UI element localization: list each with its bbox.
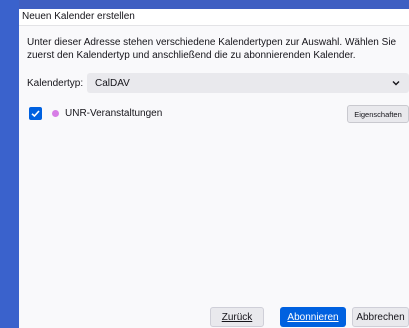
calendar-color-dot: [52, 110, 59, 117]
new-calendar-dialog: Neuen Kalender erstellen Unter dieser Ad…: [19, 9, 409, 328]
back-button[interactable]: Zurück: [210, 307, 264, 327]
subscribe-button[interactable]: Abonnieren: [280, 307, 346, 327]
calendar-name: UNR-Veranstaltungen: [65, 108, 163, 119]
back-button-label: Zurück: [221, 311, 253, 323]
dialog-titlebar: Neuen Kalender erstellen: [19, 9, 409, 26]
calendar-type-select[interactable]: CalDAV: [87, 73, 409, 93]
properties-button[interactable]: Eigenschaften: [347, 105, 409, 123]
desktop-background: [0, 0, 19, 328]
checkmark-icon: [31, 110, 40, 118]
calendar-checkbox[interactable]: [29, 107, 42, 120]
subscribe-button-label: Abonnieren: [287, 311, 339, 323]
calendar-list: UNR-Veranstaltungen Eigenschaften: [19, 97, 409, 297]
cancel-button-label: Abbrechen: [356, 311, 405, 323]
cancel-button[interactable]: Abbrechen: [352, 307, 409, 327]
calendar-type-label: Kalendertyp:: [27, 78, 84, 89]
calendar-type-value: CalDAV: [95, 78, 130, 89]
list-item: UNR-Veranstaltungen Eigenschaften: [19, 103, 409, 125]
dialog-description: Unter dieser Adresse stehen verschiedene…: [27, 37, 397, 61]
chevron-down-icon: [392, 81, 400, 86]
dialog-title: Neuen Kalender erstellen: [22, 11, 135, 22]
